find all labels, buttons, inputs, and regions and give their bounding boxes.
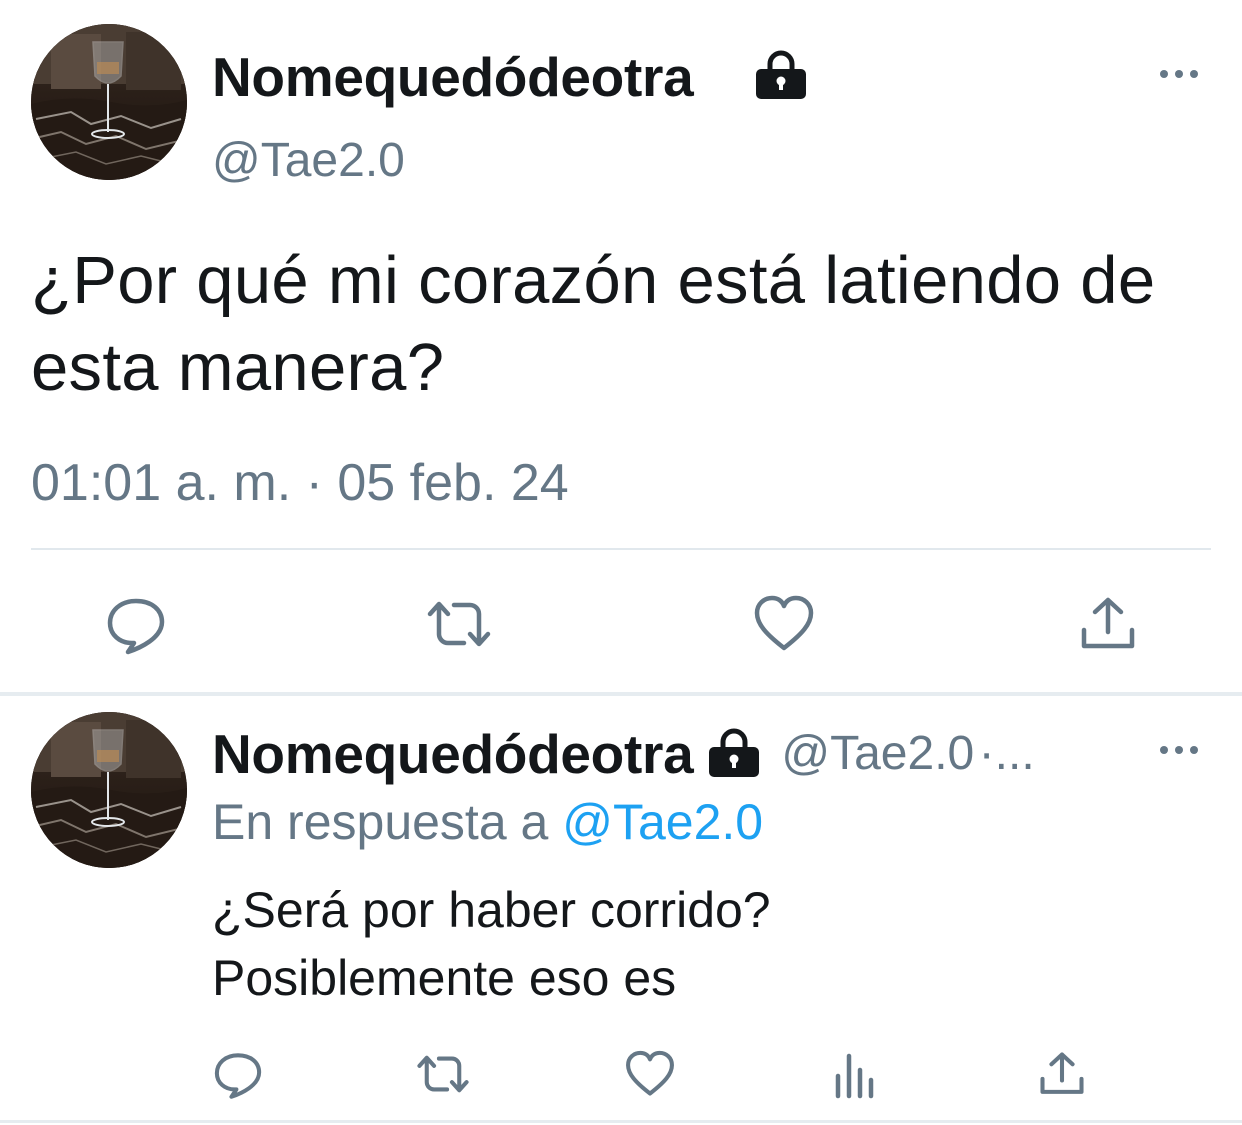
reply-icon[interactable] [104, 592, 168, 656]
avatar-wine-glass-image [31, 712, 187, 868]
retweet-icon[interactable] [424, 592, 494, 656]
display-name[interactable]: Nomequedódeotra [212, 45, 694, 109]
main-tweet: Nomequedódeotra @Tae2.0 ¿Por qué mi cora… [0, 0, 1242, 695]
replying-to-label: En respuesta a [212, 794, 549, 850]
bottom-divider [0, 1120, 1242, 1123]
avatar[interactable] [31, 712, 187, 868]
tweet-text: ¿Será por haber corrido? Posiblemente es… [212, 882, 771, 1006]
avatar[interactable] [31, 24, 187, 180]
more-options-icon[interactable] [1158, 738, 1200, 762]
more-options-icon[interactable] [1158, 62, 1200, 86]
timestamp[interactable]: 01:01 a. m. · 05 feb. 24 [31, 452, 569, 514]
replying-to: En respuesta a @Tae2.0 [212, 792, 763, 852]
heart-icon[interactable] [624, 1048, 676, 1100]
truncation-ellipsis: ·... [978, 727, 1035, 780]
replying-to-handle-link[interactable]: @Tae2.0 [562, 794, 763, 850]
tweet-thread: Nomequedódeotra @Tae2.0 ¿Por qué mi cora… [0, 0, 1242, 1125]
heart-icon[interactable] [752, 592, 816, 656]
lock-icon [705, 728, 763, 778]
avatar-wine-glass-image [31, 24, 187, 180]
share-icon[interactable] [1076, 592, 1140, 656]
reply-icon[interactable] [212, 1048, 264, 1100]
retweet-icon[interactable] [414, 1048, 472, 1100]
display-name[interactable]: Nomequedódeotra [212, 722, 694, 786]
handle[interactable]: @Tae2.0 [212, 132, 405, 190]
handle[interactable]: @Tae2.0 [781, 722, 974, 786]
analytics-icon[interactable] [830, 1050, 880, 1100]
share-icon[interactable] [1036, 1048, 1088, 1100]
tweet-text: ¿Por qué mi corazón está latiendo de est… [31, 243, 1156, 405]
divider [31, 548, 1211, 550]
lock-icon [752, 50, 810, 100]
reply-header: Nomequedódeotra @Tae2.0 ·... [212, 722, 1152, 786]
section-divider [0, 692, 1242, 696]
